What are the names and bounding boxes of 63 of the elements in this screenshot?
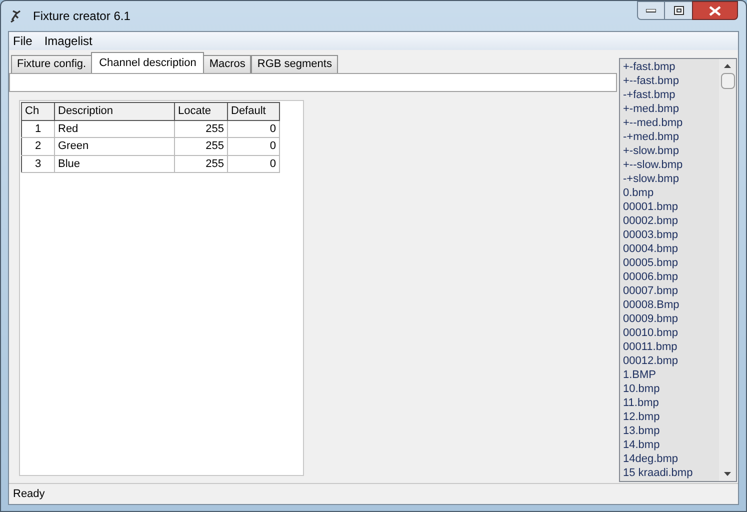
list-item[interactable]: -+slow.bmp [623,172,679,186]
tab[interactable]: Fixture config. [11,55,92,73]
list-item[interactable]: 00003.bmp [623,228,678,242]
list-item[interactable]: 10.bmp [623,382,660,396]
column-header[interactable]: Description [54,102,174,120]
list-item[interactable]: 11.bmp [623,396,659,410]
status-text: Ready [13,486,45,502]
table-cell: 3 [22,155,54,172]
table-cell: Green [54,138,174,155]
table-cell: 2 [22,138,54,155]
list-item[interactable]: 00001.bmp [623,200,678,214]
list-item[interactable]: 00010.bmp [623,326,678,340]
close-icon [709,6,721,16]
close-button[interactable] [692,1,738,20]
tab[interactable]: Macros [203,55,252,73]
list-item[interactable]: +-med.bmp [623,102,679,116]
menu-item[interactable]: Imagelist [44,32,92,50]
menu-item[interactable]: File [13,32,32,50]
column-header[interactable]: Ch [22,102,54,120]
list-item[interactable]: 00009.bmp [623,312,678,326]
list-item[interactable]: 1.BMP [623,368,656,382]
list-item[interactable]: +-slow.bmp [623,144,679,158]
list-item[interactable]: 14deg.bmp [623,452,678,466]
list-item[interactable]: +-fast.bmp [623,60,676,74]
list-item[interactable]: 0.bmp [623,186,654,200]
list-item[interactable]: 00012.bmp [623,354,678,368]
list-item[interactable]: 00008.Bmp [623,298,680,312]
list-item[interactable]: 00002.bmp [623,214,678,228]
minimize-button[interactable] [637,1,665,20]
maximize-button[interactable] [665,1,692,20]
table-cell: 0 [228,138,280,155]
table-cell: 255 [174,120,228,138]
list-item[interactable]: -+fast.bmp [623,88,676,102]
list-item[interactable]: 12.bmp [623,410,660,424]
list-item[interactable]: 00011.bmp [623,340,678,354]
table-cell: Blue [54,155,174,172]
column-header[interactable]: Locate [174,102,228,120]
table-cell: 255 [174,155,228,172]
list-item[interactable]: +--slow.bmp [623,158,683,172]
list-item[interactable]: 00005.bmp [623,256,678,270]
column-header[interactable]: Default [228,102,280,120]
tab[interactable]: Channel description [91,52,204,73]
list-item[interactable]: 00006.bmp [623,270,678,284]
list-item[interactable]: 15 kraadi.bmp [623,466,693,480]
list-item[interactable]: 14.bmp [623,438,660,452]
list-item[interactable]: -+med.bmp [623,130,679,144]
table-cell: 255 [174,138,228,155]
list-item[interactable]: +--fast.bmp [623,74,679,88]
maximize-icon [674,6,684,15]
table-cell: 1 [22,120,54,138]
tab[interactable]: RGB segments [251,55,338,73]
list-item[interactable]: 00007.bmp [623,284,678,298]
table-cell: 0 [228,120,280,138]
scrollbar[interactable] [719,59,736,481]
table-cell: Red [54,120,174,138]
list-item[interactable]: 13.bmp [623,424,660,438]
list-item[interactable]: +--med.bmp [623,116,683,130]
scrollbar-thumb[interactable] [720,73,734,89]
table-cell: 0 [228,155,280,172]
list-item[interactable]: 00004.bmp [623,242,678,256]
window-title: Fixture creator 6.1 [33,8,130,25]
minimize-icon [646,8,656,12]
text-field[interactable] [9,73,617,92]
